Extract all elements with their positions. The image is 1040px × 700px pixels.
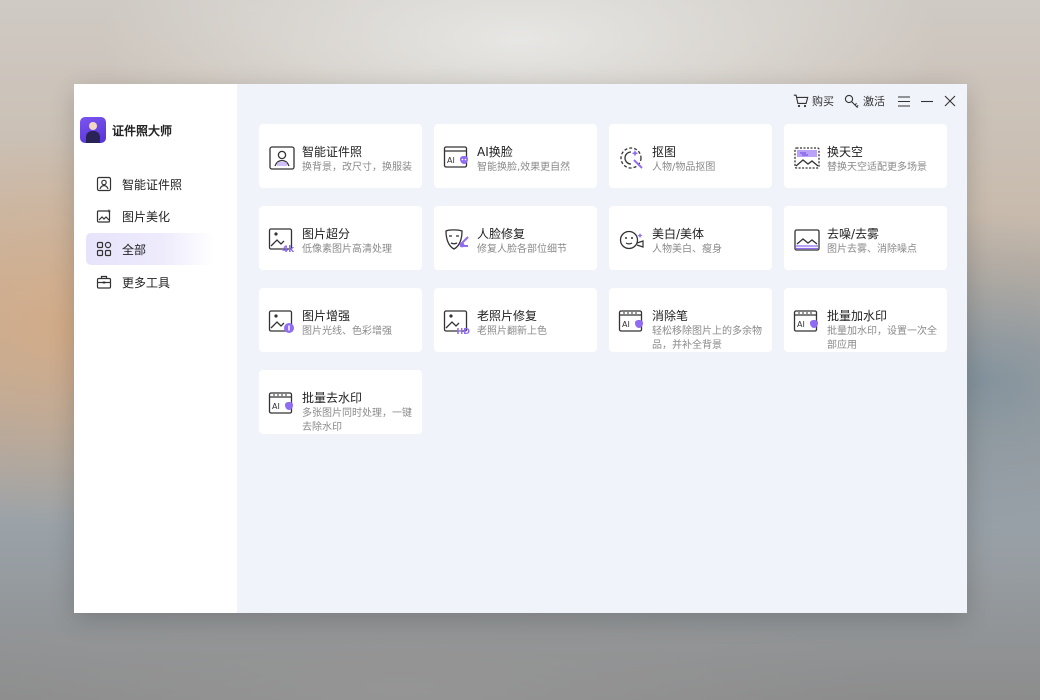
tool-title: 美白/美体 [652, 227, 705, 241]
title-bar: 购买 激活 [793, 84, 967, 118]
tool-desc: 换背景，改尺寸，换服装 [302, 162, 412, 173]
tool-desc: 修复人脸各部位细节 [477, 244, 567, 255]
tool-card-enhance[interactable]: 图片增强 图片光线、色彩增强 [259, 288, 422, 352]
svg-text:AI: AI [622, 320, 630, 329]
eraser-ai-icon: AI [618, 310, 643, 332]
minimize-icon[interactable] [918, 92, 936, 110]
tool-card-ai-face-swap[interactable]: AI AI换脸 智能换脸,效果更自然 [434, 124, 597, 188]
tool-desc: 图片去雾、消除噪点 [827, 244, 917, 255]
sidebar-item-more-tools[interactable]: 更多工具 [86, 266, 214, 298]
activate-button[interactable]: 激活 [844, 93, 885, 109]
close-icon[interactable] [941, 92, 959, 110]
brand: 证件照大师 [80, 117, 172, 143]
tool-title: 老照片修复 [477, 309, 538, 323]
sidebar-item-id-photo[interactable]: 智能证件照 [86, 168, 214, 200]
tool-desc: 低像素图片高清处理 [302, 244, 392, 255]
tool-title: 图片增强 [302, 309, 351, 323]
tool-desc: 替换天空适配更多场景 [827, 162, 927, 173]
tool-card-whiten-body[interactable]: 美白/美体 人物美白、瘦身 [609, 206, 772, 270]
enhance-icon [268, 310, 294, 333]
tool-title: 换天空 [827, 145, 864, 159]
tool-desc: 图片光线、色彩增强 [302, 326, 392, 337]
tool-card-old-photo[interactable]: HD 老照片修复 老照片翻新上色 [434, 288, 597, 352]
tool-desc: 人物/物品抠图 [652, 162, 716, 173]
svg-text:AI: AI [447, 156, 455, 165]
tool-desc: 人物美白、瘦身 [652, 244, 722, 255]
tool-desc: 批量加水印，设置一次全部应用 [827, 326, 937, 351]
tool-card-batch-watermark-remove[interactable]: AI 批量去水印 多张图片同时处理，一键去除水印 [259, 370, 422, 434]
svg-text:AI: AI [272, 402, 280, 411]
super-resolution-icon: 4k [268, 228, 295, 254]
app-window: 证件照大师 智能证件照 图片美化 全部 更多工具 购买 激活 智能证件照 换背景… [74, 84, 967, 613]
face-repair-icon [445, 229, 469, 250]
tool-card-batch-watermark-add[interactable]: AI 批量加水印 批量加水印，设置一次全部应用 [784, 288, 947, 352]
batch-watermark-remove-icon: AI [268, 392, 293, 414]
sidebar: 证件照大师 智能证件照 图片美化 全部 更多工具 [74, 84, 237, 613]
buy-button[interactable]: 购买 [793, 93, 834, 109]
batch-watermark-add-icon: AI [793, 310, 818, 332]
whiten-body-icon [619, 230, 644, 250]
tool-desc: 智能换脸,效果更自然 [477, 162, 571, 173]
toolbox-icon [95, 273, 113, 291]
tool-title: 去噪/去雾 [827, 227, 880, 241]
tool-title: 智能证件照 [302, 145, 363, 159]
denoise-icon [794, 229, 820, 251]
menu-icon[interactable] [895, 92, 913, 110]
tool-desc: 老照片翻新上色 [477, 326, 547, 337]
tool-title: AI换脸 [477, 145, 513, 159]
tool-title: 消除笔 [652, 309, 689, 323]
tool-desc: 轻松移除图片上的多余物品，并补全背景 [652, 326, 762, 351]
sidebar-item-label: 图片美化 [122, 209, 171, 224]
activate-label: 激活 [863, 95, 885, 108]
key-icon [844, 94, 859, 108]
old-photo-hd-icon: HD [443, 310, 471, 336]
tool-card-sky-replace[interactable]: 换天空 替换天空适配更多场景 [784, 124, 947, 188]
sky-replace-icon [794, 147, 820, 169]
id-photo-icon [95, 175, 113, 193]
svg-text:4k: 4k [282, 245, 295, 254]
grid-icon [95, 240, 113, 258]
tool-title: 图片超分 [302, 227, 351, 241]
svg-text:AI: AI [797, 320, 805, 329]
image-beautify-icon [95, 207, 113, 225]
ai-face-swap-icon: AI [443, 146, 468, 168]
app-name: 证件照大师 [112, 123, 173, 138]
tool-title: 批量加水印 [827, 309, 888, 323]
cutout-icon [620, 147, 643, 169]
tool-title: 抠图 [652, 145, 677, 159]
svg-text:HD: HD [457, 327, 471, 336]
id-photo-icon [269, 146, 295, 170]
tool-title: 人脸修复 [477, 227, 526, 241]
sidebar-item-image-beautify[interactable]: 图片美化 [86, 200, 214, 232]
app-logo-icon [80, 117, 106, 143]
sidebar-item-label: 智能证件照 [122, 177, 183, 192]
tool-card-cutout[interactable]: 抠图 人物/物品抠图 [609, 124, 772, 188]
tool-card-super-resolution[interactable]: 4k 图片超分 低像素图片高清处理 [259, 206, 422, 270]
tool-card-eraser[interactable]: AI 消除笔 轻松移除图片上的多余物品，并补全背景 [609, 288, 772, 352]
cart-icon [793, 94, 809, 108]
sidebar-item-label: 更多工具 [122, 275, 171, 290]
sidebar-item-label: 全部 [122, 242, 147, 257]
tool-title: 批量去水印 [302, 391, 363, 405]
buy-label: 购买 [812, 95, 834, 108]
tool-card-denoise[interactable]: 去噪/去雾 图片去雾、消除噪点 [784, 206, 947, 270]
tool-card-id-photo[interactable]: 智能证件照 换背景，改尺寸，换服装 [259, 124, 422, 188]
tool-desc: 多张图片同时处理，一键去除水印 [302, 408, 412, 433]
sidebar-item-all[interactable]: 全部 [86, 233, 214, 265]
tool-card-face-repair[interactable]: 人脸修复 修复人脸各部位细节 [434, 206, 597, 270]
